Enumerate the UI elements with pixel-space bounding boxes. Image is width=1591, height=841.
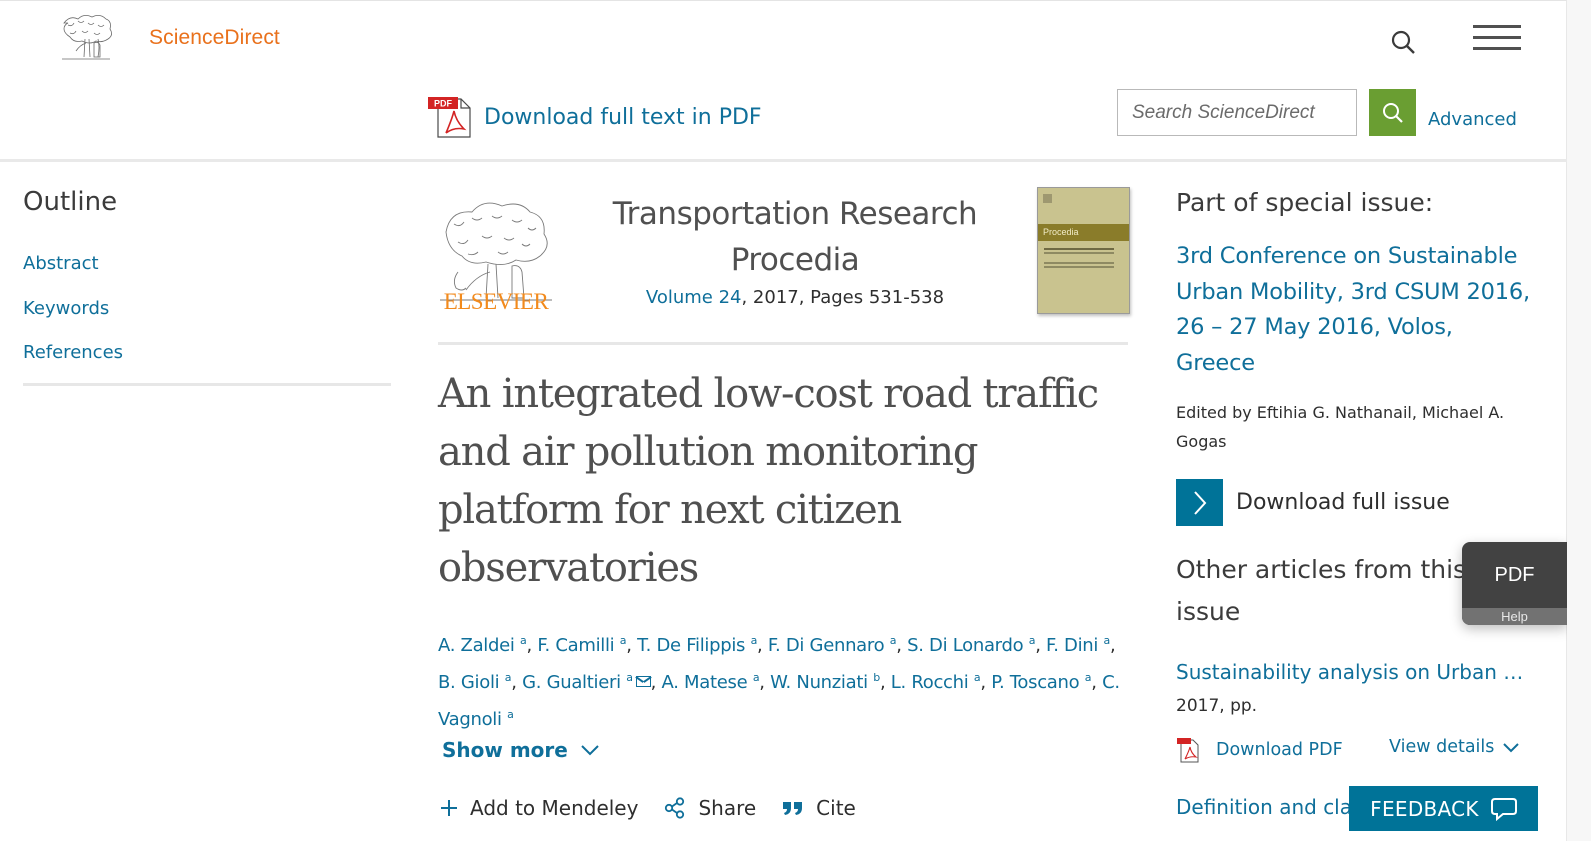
cover-title: Procedia — [1043, 227, 1079, 237]
elsevier-wordmark: ELSEVIER — [443, 289, 549, 314]
journal-title-line: Transportation Research — [612, 196, 978, 232]
author-link[interactable]: T. De Filippis a — [637, 634, 757, 656]
outline-item-keywords[interactable]: Keywords — [23, 298, 123, 343]
related-article-meta: 2017, pp. — [1176, 696, 1258, 716]
pdf-help-widget[interactable]: PDF Help — [1462, 542, 1567, 625]
author-link[interactable]: P. Toscano a — [991, 671, 1091, 693]
related-download-pdf-link[interactable]: Download PDF — [1176, 737, 1343, 763]
special-issue-heading: Part of special issue: — [1176, 188, 1434, 217]
author-link[interactable]: S. Di Lonardo a — [907, 634, 1035, 656]
author-link[interactable]: F. Di Gennaro a — [768, 634, 897, 656]
journal-divider — [438, 342, 1128, 345]
author-separator: , — [1109, 635, 1116, 656]
search-submit-button[interactable] — [1369, 89, 1416, 136]
feedback-button[interactable]: FEEDBACK — [1349, 786, 1538, 831]
view-details-button[interactable]: View details — [1389, 737, 1520, 757]
envelope-icon[interactable] — [635, 676, 651, 687]
article-actions: Add to Mendeley Share Cite — [440, 796, 882, 820]
article-page: ScienceDirect PDF Download full text in … — [0, 0, 1567, 841]
article-title: An integrated low-cost road traffic and … — [438, 371, 1099, 591]
affiliation-marker[interactable]: a — [626, 671, 633, 684]
edited-by: Edited by Eftihia G. Nathanail, Michael … — [1176, 403, 1505, 451]
cite-button[interactable]: Cite — [782, 796, 856, 820]
journal-cover-image[interactable]: Procedia — [1037, 187, 1130, 314]
author-separator: , — [1091, 672, 1103, 693]
cover-logo — [1043, 194, 1052, 203]
hamburger-menu-icon[interactable] — [1473, 25, 1521, 51]
search-icon — [1382, 102, 1403, 123]
journal-meta: Volume 24, 2017, Pages 531-538 — [600, 287, 990, 308]
author-separator: , — [526, 635, 538, 656]
author-link[interactable]: W. Nunziati b — [770, 671, 880, 693]
download-pdf-label: Download PDF — [1216, 740, 1343, 760]
journal-year-pages: , 2017, Pages 531-538 — [741, 287, 945, 308]
author-separator: , — [759, 672, 771, 693]
author-separator: , — [1035, 635, 1047, 656]
search-input[interactable] — [1117, 89, 1357, 136]
outline-item-references[interactable]: References — [23, 342, 123, 387]
svg-text:PDF: PDF — [434, 99, 453, 109]
pdf-file-icon: PDF — [428, 97, 471, 138]
author-separator: , — [511, 672, 523, 693]
pdf-widget-label: PDF — [1494, 563, 1535, 586]
download-full-text-pdf-link[interactable]: PDF Download full text in PDF — [426, 95, 762, 139]
volume-link[interactable]: Volume 24 — [646, 287, 742, 308]
author-link[interactable]: F. Dini a — [1046, 634, 1110, 656]
cover-text-lines — [1044, 248, 1114, 250]
search-icon[interactable] — [1390, 29, 1416, 55]
related-article-title-link[interactable]: Sustainability analysis on Urban … — [1176, 660, 1523, 684]
outline-divider — [23, 383, 391, 386]
share-icon — [665, 797, 685, 819]
journal-title-line: Procedia — [730, 242, 860, 278]
author-separator: , — [896, 635, 908, 656]
quote-icon — [783, 802, 803, 815]
mendeley-label: Add to Mendeley — [470, 796, 639, 820]
other-articles-heading: Other articles from this issue — [1176, 555, 1467, 626]
author-separator: , — [650, 672, 662, 693]
download-full-issue-button[interactable]: Download full issue — [1176, 479, 1450, 526]
elsevier-tree-logo-icon[interactable] — [58, 13, 114, 63]
sciencedirect-brand-link[interactable]: ScienceDirect — [149, 26, 280, 50]
author-link[interactable]: L. Rocchi a — [891, 671, 981, 693]
author-link[interactable]: G. Gualtieri a — [522, 671, 651, 693]
help-label: Help — [1462, 608, 1567, 625]
author-separator: , — [626, 635, 638, 656]
pdf-file-icon — [1177, 738, 1199, 763]
author-list: A. Zaldei a, F. Camilli a, T. De Filippi… — [438, 625, 1138, 736]
add-to-mendeley-button[interactable]: Add to Mendeley — [440, 796, 638, 820]
scrollbar-gutter — [1567, 0, 1591, 841]
show-more-label: Show more — [442, 738, 568, 762]
affiliation-marker[interactable]: b — [873, 671, 880, 684]
special-issue-link[interactable]: 3rd Conference on Sustainable Urban Mobi… — [1176, 239, 1536, 381]
cite-label: Cite — [816, 796, 856, 820]
author-link[interactable]: A. Zaldei a — [438, 634, 527, 656]
author-link[interactable]: B. Gioli a — [438, 671, 512, 693]
outline-heading: Outline — [23, 187, 118, 217]
share-label: Share — [698, 796, 757, 820]
chevron-right-icon — [1176, 479, 1223, 526]
show-more-button[interactable]: Show more — [442, 738, 600, 762]
author-separator: , — [980, 672, 992, 693]
download-pdf-label: Download full text in PDF — [484, 104, 762, 130]
plus-icon — [441, 800, 457, 816]
feedback-label: FEEDBACK — [1370, 796, 1479, 821]
advanced-search-link[interactable]: Advanced — [1428, 109, 1517, 130]
view-details-label: View details — [1389, 737, 1495, 757]
share-button[interactable]: Share — [664, 796, 756, 820]
author-separator: , — [757, 635, 768, 656]
outline-list: Abstract Keywords References — [23, 253, 123, 387]
outline-item-abstract[interactable]: Abstract — [23, 253, 123, 298]
download-full-issue-label: Download full issue — [1236, 490, 1450, 515]
chevron-down-icon — [581, 745, 599, 756]
author-link[interactable]: A. Matese a — [662, 671, 760, 693]
journal-title-link[interactable]: Transportation Research Procedia — [600, 191, 990, 283]
author-link[interactable]: F. Camilli a — [537, 634, 626, 656]
site-header: ScienceDirect PDF Download full text in … — [0, 1, 1567, 162]
speech-bubble-icon — [1490, 797, 1517, 821]
author-separator: , — [879, 672, 891, 693]
chevron-down-icon — [1503, 742, 1520, 752]
affiliation-marker[interactable]: a — [507, 708, 514, 721]
related-article-title-link[interactable]: Definition and cla — [1176, 795, 1352, 819]
